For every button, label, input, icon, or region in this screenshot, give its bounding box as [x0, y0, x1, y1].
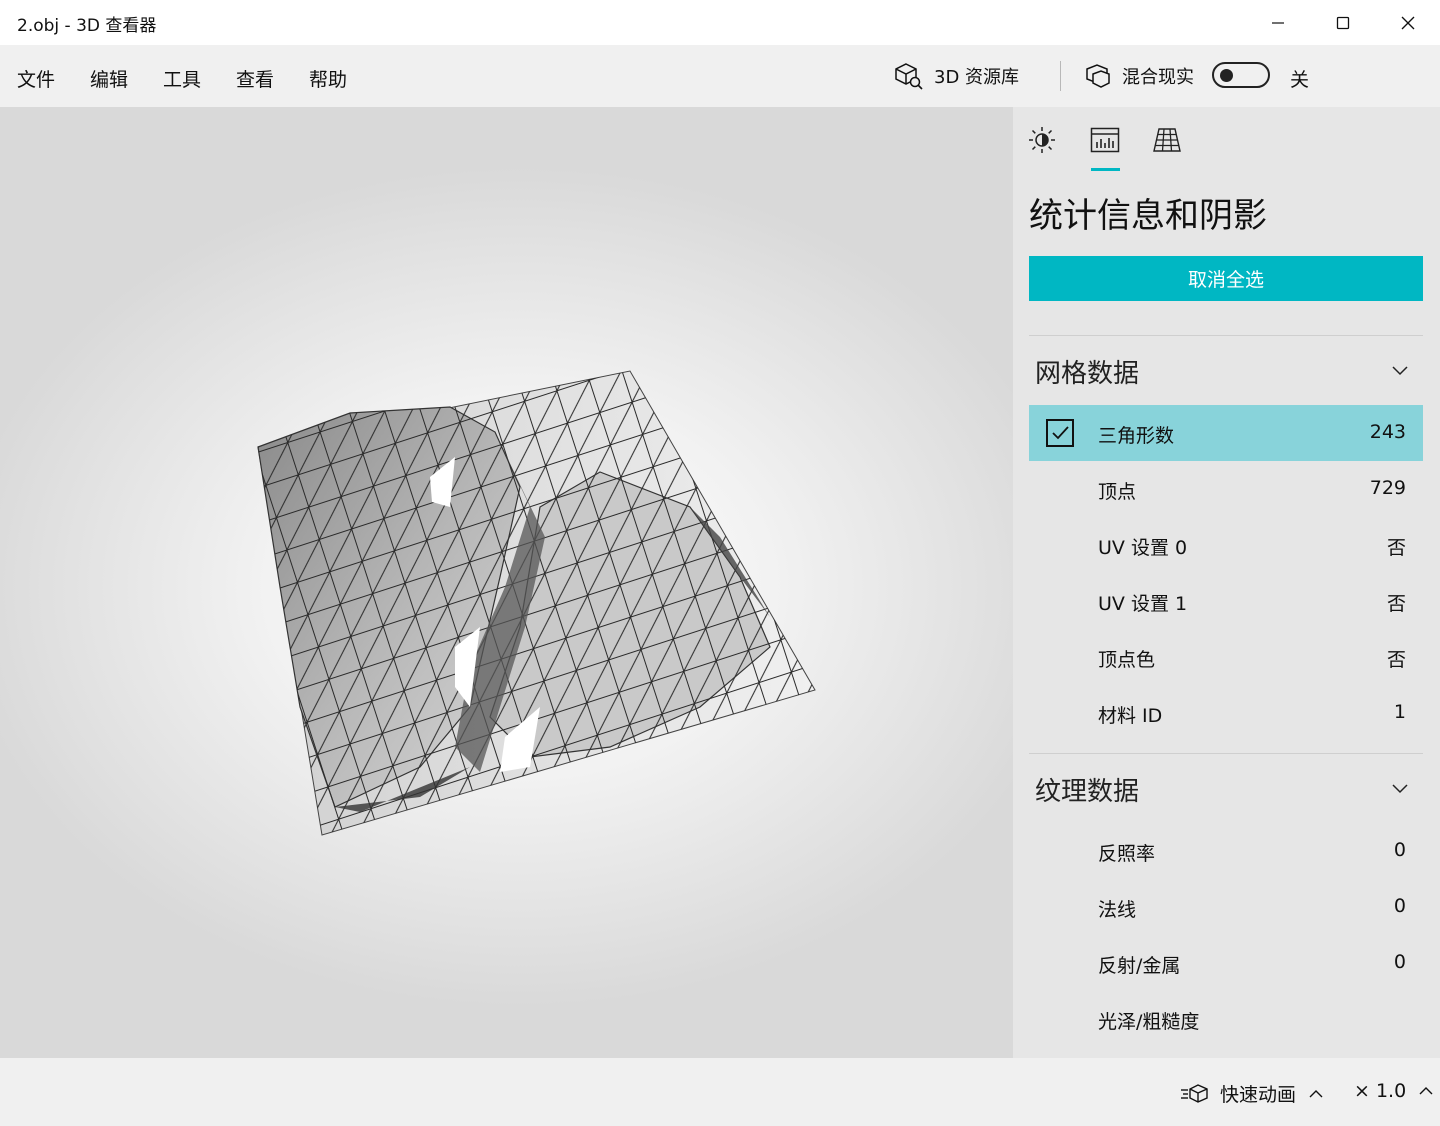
menu-bar: 文件 编辑 工具 查看 帮助 3D 资源库 混合现实 关: [0, 45, 1440, 107]
panel-title: 统计信息和阴影: [1029, 196, 1267, 236]
row-value: 243: [1369, 421, 1406, 443]
row-uv-set-1[interactable]: UV 设置 1 否: [1029, 573, 1423, 629]
mixed-reality-icon: [1086, 64, 1110, 88]
window-title: 2.obj - 3D 查看器: [17, 16, 157, 36]
mixed-reality-button[interactable]: 混合现实: [1084, 61, 1194, 91]
row-label: 三角形数: [1098, 425, 1175, 447]
row-label: UV 设置 1: [1098, 593, 1188, 615]
chevron-down-icon: [1392, 366, 1408, 376]
row-uv-set-0[interactable]: UV 设置 0 否: [1029, 517, 1423, 573]
deselect-all-button[interactable]: 取消全选: [1029, 256, 1423, 301]
menu-file[interactable]: 文件: [17, 65, 55, 92]
maximize-icon: [1336, 16, 1350, 29]
chevron-down-icon: [1392, 784, 1408, 794]
speed-button[interactable]: × 1.0: [1354, 1080, 1434, 1102]
title-bar: 2.obj - 3D 查看器: [0, 0, 1440, 45]
3d-library-label: 3D 资源库: [934, 67, 1020, 88]
row-label: 光泽/粗糙度: [1098, 1011, 1200, 1033]
row-value: 0: [1393, 951, 1406, 973]
cube-search-icon: [895, 63, 923, 90]
row-value: 否: [1386, 593, 1406, 615]
minimize-button[interactable]: [1246, 0, 1310, 45]
row-value: 1: [1393, 701, 1406, 723]
grid-icon: [1153, 128, 1181, 152]
tab-statistics[interactable]: [1090, 125, 1120, 155]
mesh-model[interactable]: [0, 107, 1013, 1058]
row-label: 材料 ID: [1098, 705, 1163, 727]
stats-chart-icon: [1090, 127, 1120, 153]
row-triangles[interactable]: 三角形数 243: [1029, 405, 1423, 461]
row-normal[interactable]: 法线 0: [1029, 879, 1423, 935]
close-button[interactable]: [1376, 0, 1440, 45]
row-label: 反照率: [1098, 843, 1156, 865]
row-label: 顶点: [1098, 481, 1137, 503]
menu-tools[interactable]: 工具: [163, 65, 201, 92]
menu-view[interactable]: 查看: [236, 65, 274, 92]
row-reflect-metal[interactable]: 反射/金属 0: [1029, 935, 1423, 991]
row-value: 否: [1386, 649, 1406, 671]
mixed-reality-label: 混合现实: [1122, 67, 1194, 88]
tab-mesh-grid[interactable]: [1152, 125, 1182, 155]
row-value: 0: [1393, 895, 1406, 917]
mesh-data-label: 网格数据: [1035, 359, 1140, 389]
sun-icon: [1029, 127, 1055, 153]
toggle-state-label: 关: [1290, 69, 1310, 91]
row-label: UV 设置 0: [1098, 537, 1188, 559]
section-divider: [1029, 335, 1423, 336]
3d-viewport[interactable]: [0, 107, 1013, 1058]
mixed-reality-toggle[interactable]: [1212, 62, 1270, 88]
3d-library-button[interactable]: 3D 资源库: [894, 61, 1019, 91]
close-icon: [1401, 16, 1415, 29]
row-albedo[interactable]: 反照率 0: [1029, 823, 1423, 879]
texture-data-header[interactable]: 纹理数据: [1029, 757, 1423, 817]
row-label: 反射/金属: [1098, 955, 1181, 977]
row-vertex-color[interactable]: 顶点色 否: [1029, 629, 1423, 685]
toggle-knob: [1220, 69, 1233, 82]
row-value: 0: [1393, 839, 1406, 861]
row-value: 729: [1369, 477, 1406, 499]
chevron-up-icon: [1309, 1089, 1323, 1097]
active-tab-indicator: [1091, 168, 1120, 171]
row-label: 顶点色: [1098, 649, 1156, 671]
triangles-checkbox[interactable]: [1046, 419, 1074, 447]
checkmark-icon: [1052, 426, 1069, 440]
section-divider: [1029, 753, 1423, 754]
row-material-id[interactable]: 材料 ID 1: [1029, 685, 1423, 741]
mesh-data-header[interactable]: 网格数据: [1029, 339, 1423, 399]
maximize-button[interactable]: [1311, 0, 1375, 45]
quick-animation-button[interactable]: 快速动画: [1180, 1080, 1324, 1107]
menu-help[interactable]: 帮助: [309, 65, 347, 92]
row-gloss-roughness[interactable]: 光泽/粗糙度: [1029, 991, 1423, 1047]
speed-value: × 1.0: [1354, 1080, 1407, 1102]
toolbar-divider: [1060, 61, 1061, 91]
row-label: 法线: [1098, 899, 1137, 921]
quick-animation-label: 快速动画: [1220, 1084, 1297, 1106]
row-value: 否: [1386, 537, 1406, 559]
chevron-up-icon: [1419, 1087, 1433, 1095]
menu-edit[interactable]: 编辑: [90, 65, 128, 92]
status-bar: 快速动画 × 1.0: [0, 1058, 1440, 1126]
tab-lighting[interactable]: [1027, 125, 1057, 155]
row-vertices[interactable]: 顶点 729: [1029, 461, 1423, 517]
minimize-icon: [1272, 21, 1284, 24]
animation-cube-icon: [1181, 1083, 1208, 1103]
texture-data-label: 纹理数据: [1035, 777, 1140, 807]
